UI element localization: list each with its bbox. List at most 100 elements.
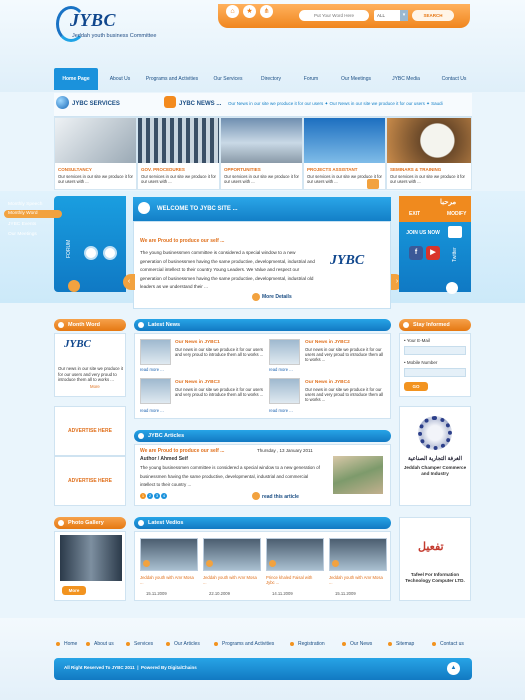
forum-tab[interactable]: FORUM	[66, 240, 72, 258]
service-title[interactable]: CONSULTANCY	[58, 167, 92, 172]
play-icon[interactable]	[332, 560, 339, 567]
footer-link-articles[interactable]: Our Articles	[166, 641, 200, 647]
news-ticker[interactable]: Our News in our site we produce it for o…	[228, 101, 468, 107]
menu-monthly-speech[interactable]: Monthly Speech	[8, 202, 42, 207]
news-thumb[interactable]	[140, 378, 171, 404]
page-3[interactable]: 3	[154, 493, 160, 499]
join-us-button[interactable]: JOIN US NOW	[399, 228, 447, 238]
home-icon[interactable]: ⌂	[226, 5, 239, 18]
site-logo[interactable]: JYBC	[70, 10, 116, 31]
gallery-more-button[interactable]: More	[62, 586, 86, 595]
video-title[interactable]: Jeddah youth with Amr Mosa ...	[203, 575, 258, 585]
email-field[interactable]	[404, 346, 466, 355]
facebook-icon[interactable]: f	[409, 246, 423, 260]
footer-link-label[interactable]: Contact us	[440, 641, 464, 647]
page-2[interactable]: 2	[147, 493, 153, 499]
footer-link-programs[interactable]: Programs and Activities	[214, 641, 274, 647]
service-card[interactable]: OPPORTUNITIES Our services in our site w…	[220, 117, 303, 190]
chevron-down-icon[interactable]: ▾	[400, 10, 408, 21]
footer-link-services[interactable]: Services	[126, 641, 153, 647]
read-article-link[interactable]: read this article	[262, 494, 299, 500]
rss-icon[interactable]	[164, 96, 176, 108]
more-details-link[interactable]: More Details	[262, 294, 292, 300]
footer-link-about[interactable]: About us	[86, 641, 114, 647]
service-title[interactable]: OPPORTUNITIES	[224, 167, 261, 172]
news-title[interactable]: Our News in JYBC2	[305, 340, 350, 345]
news-title[interactable]: Our News in JYBC4	[305, 380, 350, 385]
menu-monthly-word[interactable]: Monthly Word	[4, 210, 62, 218]
sitemap-icon[interactable]: ⋔	[260, 5, 273, 18]
nav-forum[interactable]: Forum	[298, 68, 324, 90]
play-icon[interactable]	[206, 560, 213, 567]
video-thumb[interactable]	[203, 538, 261, 571]
nav-meetings[interactable]: Our Meetings	[334, 68, 378, 90]
video-title[interactable]: Jeddah youth with Amr Mosa ...	[140, 575, 195, 585]
youtube-icon[interactable]: ▶	[426, 246, 440, 260]
footer-link-news[interactable]: Our News	[342, 641, 372, 647]
footer-link-label[interactable]: Registration	[298, 641, 325, 647]
prev-arrow-icon[interactable]: ‹	[123, 274, 135, 290]
modify-button[interactable]: MODIFY	[447, 211, 466, 217]
service-title[interactable]: PROJECTS ASSISTANT	[307, 167, 358, 172]
month-word-more[interactable]: More	[90, 384, 100, 389]
video-thumb[interactable]	[266, 538, 324, 571]
mail-icon[interactable]	[448, 226, 462, 238]
service-title[interactable]: SEMINARS & TRAINING	[390, 167, 441, 172]
footer-link-label[interactable]: Services	[134, 641, 153, 647]
twitter-bird-icon[interactable]	[446, 282, 458, 294]
twitter-tab[interactable]: Twitter	[452, 247, 458, 262]
menu-meetings[interactable]: Our Meetings	[8, 232, 37, 237]
video-title[interactable]: Jeddah youth with Amr Mosa ...	[329, 575, 384, 585]
footer-link-contact[interactable]: Contact us	[432, 641, 464, 647]
news-thumb[interactable]	[140, 339, 171, 365]
advertise-slot[interactable]: ADVERTISE HERE	[54, 406, 126, 456]
service-card[interactable]: GOV. PROCEDURES Our services in our site…	[137, 117, 220, 190]
nav-about[interactable]: About Us	[104, 68, 136, 90]
circle-button[interactable]	[84, 246, 98, 260]
read-more-link[interactable]: read more ...	[269, 367, 293, 372]
footer-link-sitemap[interactable]: Sitemap	[388, 641, 414, 647]
video-thumb[interactable]	[329, 538, 387, 571]
news-thumb[interactable]	[269, 339, 300, 365]
news-title[interactable]: Our News in JYBC1	[175, 340, 220, 345]
footer-link-label[interactable]: Home	[64, 641, 77, 647]
service-title[interactable]: GOV. PROCEDURES	[141, 167, 185, 172]
read-more-link[interactable]: read more ...	[269, 408, 293, 413]
footer-link-registration[interactable]: Registration	[290, 641, 325, 647]
article-headline[interactable]: We are Proud to produce our self ...	[140, 448, 224, 454]
nav-services[interactable]: Our Services	[208, 68, 248, 90]
play-icon[interactable]	[269, 560, 276, 567]
video-thumb[interactable]	[140, 538, 198, 571]
service-card[interactable]: CONSULTANCY Our services in our site we …	[54, 117, 137, 190]
play-icon[interactable]	[143, 560, 150, 567]
nav-programs[interactable]: Programs and Activities	[142, 68, 202, 90]
news-title[interactable]: Our News in JYBC3	[175, 380, 220, 385]
circle-button[interactable]	[103, 246, 117, 260]
advertise-slot[interactable]: ADVERTISE HERE	[54, 456, 126, 506]
powered-by-text[interactable]: Powered By DigitalChains	[141, 665, 197, 670]
page-4[interactable]: 4	[161, 493, 167, 499]
footer-link-label[interactable]: Programs and Activities	[222, 641, 274, 647]
sponsor-tafeel[interactable]	[399, 517, 471, 601]
news-thumb[interactable]	[269, 378, 300, 404]
page-1[interactable]: 1	[140, 493, 146, 499]
service-card[interactable]: SEMINARS & TRAINING Our services in our …	[386, 117, 472, 190]
read-more-link[interactable]: read more ...	[140, 367, 164, 372]
footer-link-label[interactable]: Our Articles	[174, 641, 200, 647]
nav-contact[interactable]: Contact Us	[436, 68, 472, 90]
read-more-link[interactable]: read more ...	[140, 408, 164, 413]
nav-directory[interactable]: Directory	[254, 68, 288, 90]
menu-events[interactable]: JYBC Events	[8, 222, 36, 227]
bookmark-icon[interactable]: ★	[243, 5, 256, 18]
search-button[interactable]: SEARCH	[412, 10, 454, 21]
footer-link-home[interactable]: Home	[56, 641, 77, 647]
footer-link-label[interactable]: About us	[94, 641, 114, 647]
video-title[interactable]: Prince khaled Faisal with Jybc ...	[266, 575, 321, 585]
scroll-top-icon[interactable]: ▲	[447, 662, 460, 675]
subscribe-go-button[interactable]: GO	[404, 382, 428, 391]
gallery-photo[interactable]	[60, 535, 122, 581]
nav-media[interactable]: JYBC Media	[388, 68, 424, 90]
exit-button[interactable]: EXIT	[409, 211, 420, 217]
search-input[interactable]	[299, 10, 369, 21]
footer-link-label[interactable]: Sitemap	[396, 641, 414, 647]
